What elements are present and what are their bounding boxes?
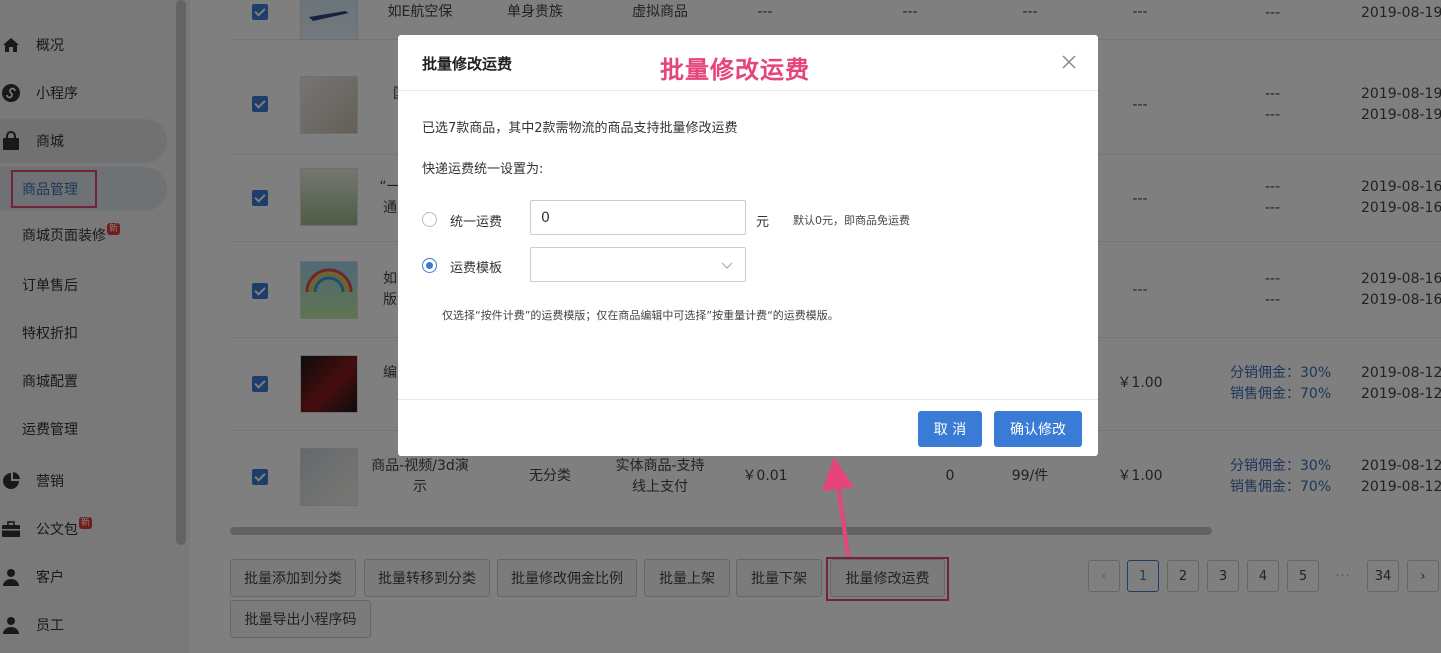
confirm-button[interactable]: 确认修改 xyxy=(994,411,1082,447)
annotation-title: 批量修改运费 xyxy=(660,56,810,84)
annotation-arrow-icon xyxy=(822,457,854,557)
option-template-label[interactable]: 运费模板 xyxy=(450,257,502,276)
uniform-hint: 默认0元，即商品免运费 xyxy=(793,214,910,227)
batch-shipping-modal: 批量修改运费 已选7款商品，其中2款需物流的商品支持批量修改运费 快递运费统一设… xyxy=(398,35,1098,456)
set-label: 快递运费统一设置为: xyxy=(422,162,544,177)
radio-uniform[interactable] xyxy=(422,212,437,227)
option-uniform-label[interactable]: 统一运费 xyxy=(450,211,502,230)
cancel-button[interactable]: 取 消 xyxy=(918,411,982,447)
selected-info: 已选7款商品，其中2款需物流的商品支持批量修改运费 xyxy=(422,121,738,136)
template-select[interactable] xyxy=(530,247,746,282)
close-icon[interactable] xyxy=(1060,53,1078,71)
chevron-down-icon xyxy=(721,262,733,269)
modal-title: 批量修改运费 xyxy=(422,55,513,73)
radio-template[interactable] xyxy=(422,258,437,273)
uniform-fee-input[interactable]: 0 xyxy=(530,200,746,235)
unit-label: 元 xyxy=(756,215,770,230)
modal-footer: 取 消 确认修改 xyxy=(398,399,1098,456)
template-note: 仅选择“按件计费”的运费模版；仅在商品编辑中可选择”按重量计费“的运费模版。 xyxy=(442,309,839,322)
